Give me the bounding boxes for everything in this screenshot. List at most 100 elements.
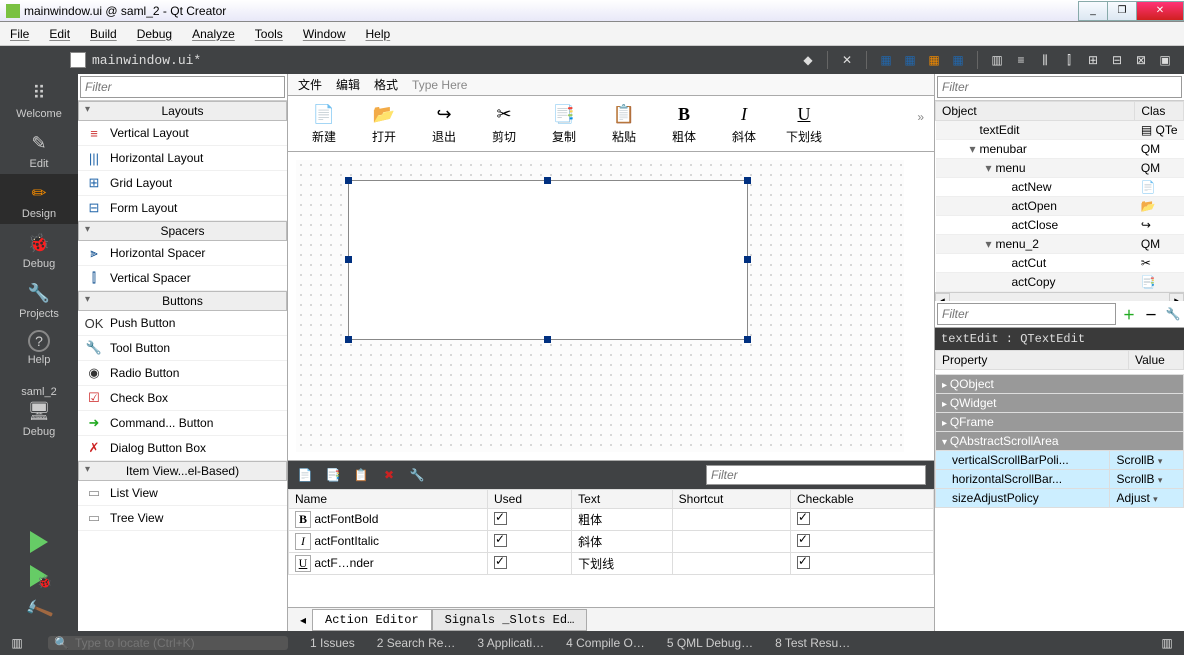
property-row[interactable]: horizontalScrollBar...ScrollB ▾: [936, 470, 1184, 489]
form-menu-file[interactable]: 文件: [298, 76, 322, 93]
build-button[interactable]: 🔨: [24, 597, 54, 623]
toolbar-item[interactable]: ✂剪切: [480, 102, 528, 145]
checkbox[interactable]: [494, 556, 507, 569]
col-object[interactable]: Object: [936, 102, 1135, 121]
scrollbar-h[interactable]: ◂▸: [935, 292, 1184, 301]
widget-item[interactable]: ⊞Grid Layout: [78, 171, 287, 196]
output-qml[interactable]: 5 QML Debug…: [667, 636, 753, 650]
col-property[interactable]: Property: [936, 351, 1129, 370]
form-menu-typehere[interactable]: Type Here: [412, 78, 467, 92]
widget-group[interactable]: Spacers: [78, 221, 287, 241]
edit-buddies-icon[interactable]: ▦: [925, 51, 943, 69]
locator-input[interactable]: [75, 636, 282, 650]
column-header[interactable]: Name: [289, 490, 488, 509]
toolbar-item[interactable]: B粗体: [660, 102, 708, 145]
expander-icon[interactable]: ▾: [970, 142, 980, 156]
col-class[interactable]: Clas: [1135, 102, 1184, 121]
resize-handle[interactable]: [345, 256, 352, 263]
dropdown-icon[interactable]: ◆: [799, 51, 817, 69]
menu-edit[interactable]: Edit: [49, 27, 70, 41]
tab-action-editor[interactable]: Action Editor: [312, 609, 432, 631]
mode-welcome[interactable]: ⠿Welcome: [0, 74, 78, 124]
object-row[interactable]: ▾menubar QM: [936, 140, 1184, 159]
layout-v-icon[interactable]: ≡: [1012, 51, 1030, 69]
column-header[interactable]: Text: [572, 490, 673, 509]
layout-hs-icon[interactable]: ⫼: [1036, 51, 1054, 69]
object-row[interactable]: actNew📄: [936, 178, 1184, 197]
output-application[interactable]: 3 Applicati…: [477, 636, 544, 650]
widget-filter-input[interactable]: [80, 76, 285, 98]
property-group[interactable]: QObject: [936, 375, 1184, 394]
widget-item[interactable]: ⫸Horizontal Spacer: [78, 241, 287, 266]
layout-vs-icon[interactable]: ⫿: [1060, 51, 1078, 69]
locator[interactable]: 🔍: [48, 636, 288, 650]
layout-grid-icon[interactable]: ⊞: [1084, 51, 1102, 69]
column-header[interactable]: Used: [488, 490, 572, 509]
checkbox[interactable]: [797, 512, 810, 525]
toolbar-item[interactable]: 📋粘贴: [600, 102, 648, 145]
edit-tab-order-icon[interactable]: ▦: [949, 51, 967, 69]
resize-handle[interactable]: [744, 336, 751, 343]
property-group[interactable]: QFrame: [936, 413, 1184, 432]
layout-h-icon[interactable]: ▥: [988, 51, 1006, 69]
toggle-sidebar-icon[interactable]: ▥: [8, 634, 26, 652]
object-row[interactable]: actOpen📂: [936, 197, 1184, 216]
delete-action-icon[interactable]: ✖: [380, 466, 398, 484]
resize-handle[interactable]: [345, 177, 352, 184]
paste-action-icon[interactable]: 📋: [352, 466, 370, 484]
object-row[interactable]: ▾menu QM: [936, 159, 1184, 178]
kit-selector[interactable]: saml_2 🖥 Debug: [0, 380, 78, 442]
resize-handle[interactable]: [744, 177, 751, 184]
menu-debug[interactable]: Debug: [137, 27, 172, 41]
menu-analyze[interactable]: Analyze: [192, 27, 235, 41]
menu-help[interactable]: Help: [366, 27, 391, 41]
checkbox[interactable]: [494, 512, 507, 525]
widget-item[interactable]: ▭Tree View: [78, 506, 287, 531]
action-row[interactable]: U actF…nder下划线: [289, 553, 934, 575]
resize-handle[interactable]: [345, 336, 352, 343]
edit-signals-icon[interactable]: ▦: [901, 51, 919, 69]
widget-item[interactable]: ➜Command... Button: [78, 411, 287, 436]
widget-group[interactable]: Layouts: [78, 101, 287, 121]
widget-item[interactable]: ▭List View: [78, 481, 287, 506]
property-group[interactable]: QWidget: [936, 394, 1184, 413]
object-row[interactable]: actCut✂: [936, 254, 1184, 273]
selected-textedit[interactable]: [348, 180, 748, 340]
close-doc-icon[interactable]: ✕: [838, 51, 856, 69]
widget-group[interactable]: Buttons: [78, 291, 287, 311]
col-value[interactable]: Value: [1129, 351, 1184, 370]
tab-signals-slots[interactable]: Signals _Slots Ed…: [432, 609, 588, 631]
toolbar-item[interactable]: I斜体: [720, 102, 768, 145]
object-row[interactable]: actClose↪: [936, 216, 1184, 235]
expander-icon[interactable]: ▾: [986, 161, 996, 175]
toolbar-item[interactable]: 📂打开: [360, 102, 408, 145]
property-group[interactable]: QAbstractScrollArea: [936, 432, 1184, 451]
widget-item[interactable]: ⊟Form Layout: [78, 196, 287, 221]
remove-property-icon[interactable]: －: [1142, 305, 1160, 323]
column-header[interactable]: Shortcut: [672, 490, 790, 509]
run-button[interactable]: [24, 529, 54, 555]
close-button[interactable]: ✕: [1136, 1, 1184, 21]
form-menu-edit[interactable]: 编辑: [336, 76, 360, 93]
mode-design[interactable]: ✏Design: [0, 174, 78, 224]
resize-handle[interactable]: [544, 177, 551, 184]
checkbox[interactable]: [797, 556, 810, 569]
new-action-icon[interactable]: 📄: [296, 466, 314, 484]
object-row[interactable]: ▾menu_2 QM: [936, 235, 1184, 254]
output-search[interactable]: 2 Search Re…: [377, 636, 456, 650]
form-canvas[interactable]: [288, 152, 934, 461]
output-issues[interactable]: 1 Issues: [310, 636, 355, 650]
property-filter-input[interactable]: [937, 303, 1116, 325]
widget-item[interactable]: OKPush Button: [78, 311, 287, 336]
toolbar-item[interactable]: ↪退出: [420, 102, 468, 145]
run-debug-button[interactable]: 🐞: [24, 563, 54, 589]
output-compile[interactable]: 4 Compile O…: [566, 636, 645, 650]
widget-item[interactable]: ☑Check Box: [78, 386, 287, 411]
mode-debug[interactable]: 🐞Debug: [0, 224, 78, 274]
form-menu-format[interactable]: 格式: [374, 76, 398, 93]
widget-item[interactable]: ◉Radio Button: [78, 361, 287, 386]
object-row[interactable]: textEdit▤ QTe: [936, 121, 1184, 140]
menu-build[interactable]: Build: [90, 27, 117, 41]
object-filter-input[interactable]: [937, 76, 1182, 98]
resize-handle[interactable]: [544, 336, 551, 343]
